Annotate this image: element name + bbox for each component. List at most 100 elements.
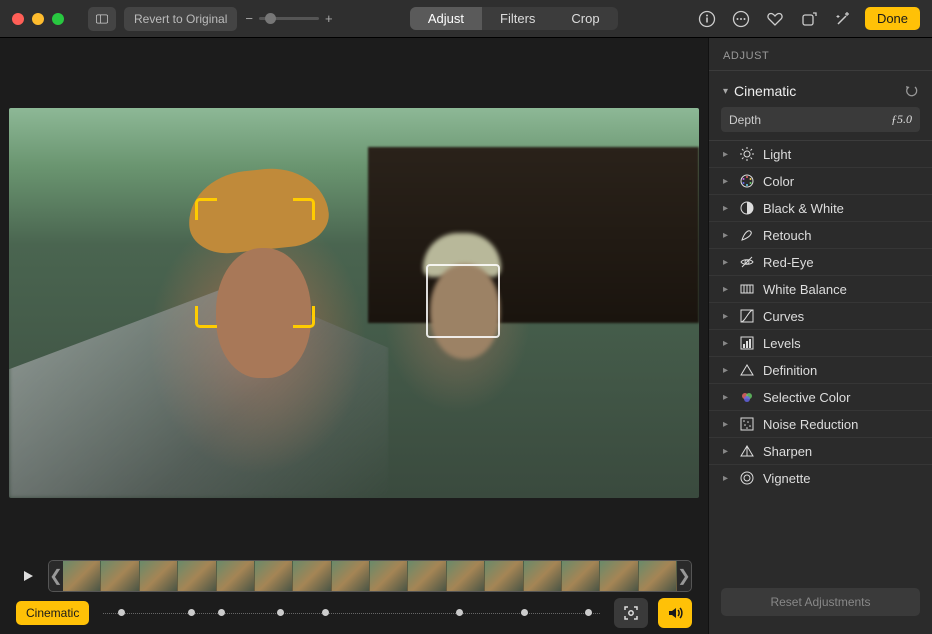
zoom-out-button[interactable]: − [245,11,253,26]
adjust-item-levels[interactable]: ▸ Levels [709,329,932,356]
vignette-icon [739,470,755,486]
adjust-item-redeye[interactable]: ▸ Red-Eye [709,248,932,275]
adjust-item-curves[interactable]: ▸Curves [709,302,932,329]
rotate-icon [800,10,818,28]
color-icon [739,173,755,189]
favorite-button[interactable] [763,7,787,31]
primary-focus-box[interactable] [195,198,315,328]
cinematic-mode-button[interactable]: Cinematic [16,601,89,625]
chevron-right-icon: ▸ [723,392,731,403]
window-controls [12,13,64,25]
viewer-pane: ❮ ❯ Cinematic [0,38,708,634]
zoom-control: − + [245,11,332,26]
focus-target-icon [622,604,640,622]
audio-toggle-button[interactable] [658,598,692,628]
adjust-item-color[interactable]: ▸Color [709,167,932,194]
chevron-right-icon: ▸ [723,419,731,430]
info-button[interactable] [695,7,719,31]
sidebar-toggle-button[interactable] [88,7,116,31]
adjust-item-retouch[interactable]: ▸ Retouch [709,221,932,248]
adjust-item-wb[interactable]: ▸ White Balance [709,275,932,302]
trim-handle-left[interactable]: ❮ [49,561,63,591]
tab-crop[interactable]: Crop [553,7,617,30]
minimize-button[interactable] [32,13,44,25]
done-button[interactable]: Done [865,7,920,30]
depth-row[interactable]: Depth ƒ5.0 [721,107,920,132]
chevron-right-icon: ▸ [723,230,731,241]
chevron-right-icon: ▸ [723,446,731,457]
adjust-item-label: Light [763,147,791,162]
sidebar-icon [96,13,108,25]
adjust-item-label: Vignette [763,471,810,486]
chevron-right-icon: ▸ [723,365,731,376]
adjust-item-label: White Balance [763,282,847,297]
definition-icon [739,362,755,378]
adjust-item-light[interactable]: ▸ Light [709,140,932,167]
adjust-item-label: Retouch [763,228,811,243]
adjust-item-bw[interactable]: ▸ Black & White [709,194,932,221]
adjust-item-noise[interactable]: ▸ Noise Reduction [709,410,932,437]
tab-adjust[interactable]: Adjust [410,7,482,30]
fullscreen-button[interactable] [52,13,64,25]
info-icon [698,10,716,28]
rotate-button[interactable] [797,7,821,31]
noise-icon [739,416,755,432]
heart-icon [766,10,784,28]
chevron-right-icon: ▸ [723,257,731,268]
chevron-right-icon: ▸ [723,338,731,349]
manual-focus-button[interactable] [614,598,648,628]
adjust-item-label: Noise Reduction [763,417,858,432]
retouch-icon [739,227,755,243]
frame-strip[interactable]: ❮ ❯ [48,560,692,592]
bw-icon [739,200,755,216]
trim-handle-right[interactable]: ❯ [677,561,691,591]
chevron-right-icon: ▸ [723,284,731,295]
wand-icon [834,10,852,28]
zoom-slider[interactable] [259,17,319,20]
curves-icon [739,308,755,324]
adjust-item-sharpen[interactable]: ▸ Sharpen [709,437,932,464]
secondary-focus-box[interactable] [426,264,500,338]
chevron-right-icon: ▸ [723,473,731,484]
adjust-item-definition[interactable]: ▸ Definition [709,356,932,383]
cinematic-section-header[interactable]: ▾ Cinematic [709,77,932,105]
adjust-item-label: Definition [763,363,817,378]
titlebar: Revert to Original − + Adjust Filters Cr… [0,0,932,38]
adjust-item-vignette[interactable]: ▸ Vignette [709,464,932,491]
keyframe-track[interactable] [103,610,600,616]
reset-adjustments-button[interactable]: Reset Adjustments [721,588,920,616]
redeye-icon [739,254,755,270]
revert-button[interactable]: Revert to Original [124,7,237,31]
cinematic-reset-button[interactable] [904,84,918,98]
more-button[interactable] [729,7,753,31]
adjust-item-label: Levels [763,336,801,351]
wb-icon [739,281,755,297]
light-icon [739,146,755,162]
adjust-item-label: Selective Color [763,390,850,405]
adjust-item-label: Black & White [763,201,844,216]
tab-filters[interactable]: Filters [482,7,553,30]
ellipsis-icon [732,10,750,28]
mode-tabs: Adjust Filters Crop [410,7,618,30]
depth-value: ƒ5.0 [891,112,912,127]
close-button[interactable] [12,13,24,25]
adjust-item-label: Curves [763,309,804,324]
selcolor-icon [739,389,755,405]
adjust-item-label: Color [763,174,794,189]
adjust-item-label: Sharpen [763,444,812,459]
sharpen-icon [739,443,755,459]
auto-enhance-button[interactable] [831,7,855,31]
play-button[interactable] [16,565,40,587]
adjust-item-selcolor[interactable]: ▸ Selective Color [709,383,932,410]
chevron-right-icon: ▸ [723,149,731,160]
timeline-area: ❮ ❯ Cinematic [0,554,708,634]
adjust-sidebar: ADJUST ▾ Cinematic Depth ƒ5.0 ▸Light▸Col… [708,38,932,634]
undo-icon [904,84,918,98]
adjust-item-label: Red-Eye [763,255,814,270]
video-canvas[interactable] [9,108,699,498]
zoom-in-button[interactable]: + [325,11,333,26]
cinematic-title: Cinematic [734,83,898,99]
sidebar-header: ADJUST [709,46,932,71]
frame-thumbnails[interactable] [63,561,677,591]
chevron-right-icon: ▸ [723,203,731,214]
